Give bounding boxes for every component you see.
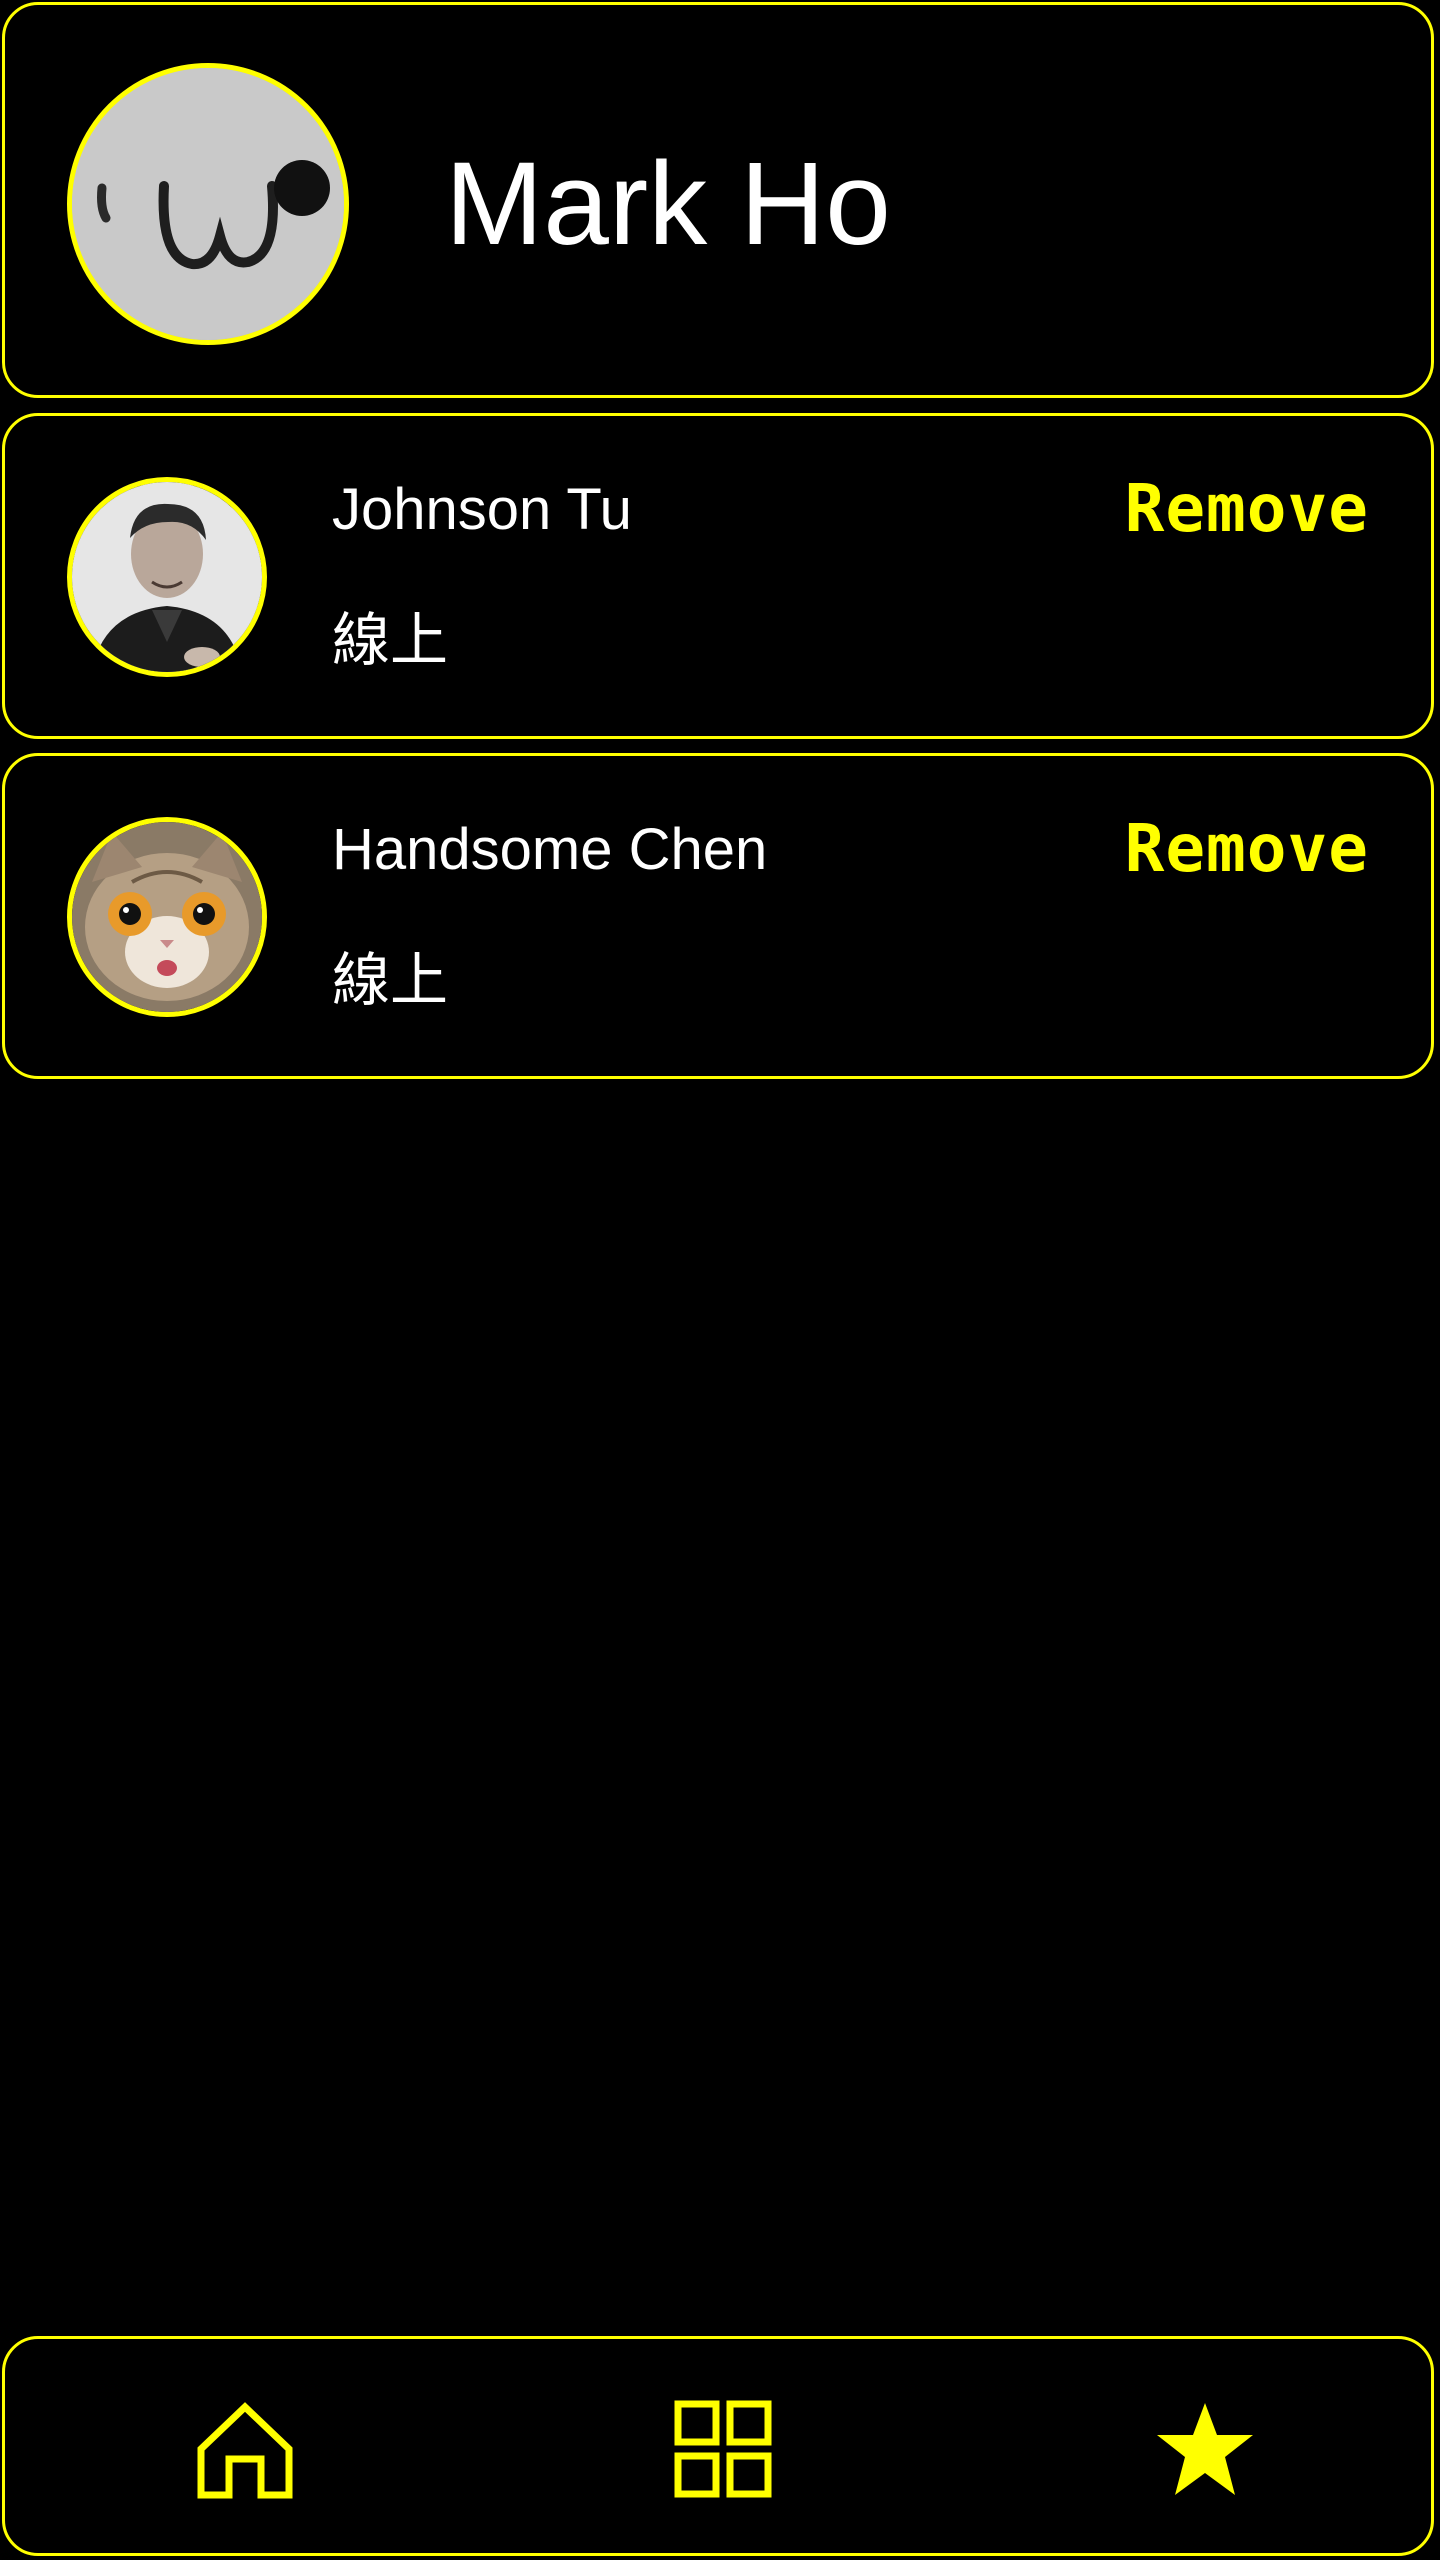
friend-name: Handsome Chen (332, 817, 768, 882)
profile-avatar[interactable] (67, 63, 349, 345)
remove-friend-button[interactable]: Remove (1125, 816, 1369, 882)
friend-list-item: Johnson Tu 線上 Remove (2, 413, 1434, 739)
friend-avatar[interactable] (67, 477, 267, 677)
profile-name: Mark Ho (445, 138, 891, 270)
grid-icon (674, 2400, 772, 2498)
star-icon (1157, 2403, 1253, 2495)
bottom-navigation (2, 2336, 1434, 2556)
home-icon (197, 2402, 293, 2499)
friend-status: 線上 (332, 608, 449, 673)
cat-photo-icon (72, 822, 262, 1012)
profile-avatar-image (72, 68, 344, 340)
friend-list-item: Handsome Chen 線上 Remove (2, 753, 1434, 1079)
person-photo-icon (72, 482, 262, 672)
nav-grid-button[interactable] (673, 2399, 773, 2499)
friend-status: 線上 (332, 948, 449, 1013)
nav-home-button[interactable] (195, 2399, 295, 2499)
remove-friend-button[interactable]: Remove (1125, 476, 1369, 542)
friend-avatar[interactable] (67, 817, 267, 1017)
profile-card: Mark Ho (2, 2, 1434, 398)
friend-name: Johnson Tu (332, 477, 632, 542)
nav-favorites-button[interactable] (1155, 2399, 1255, 2499)
